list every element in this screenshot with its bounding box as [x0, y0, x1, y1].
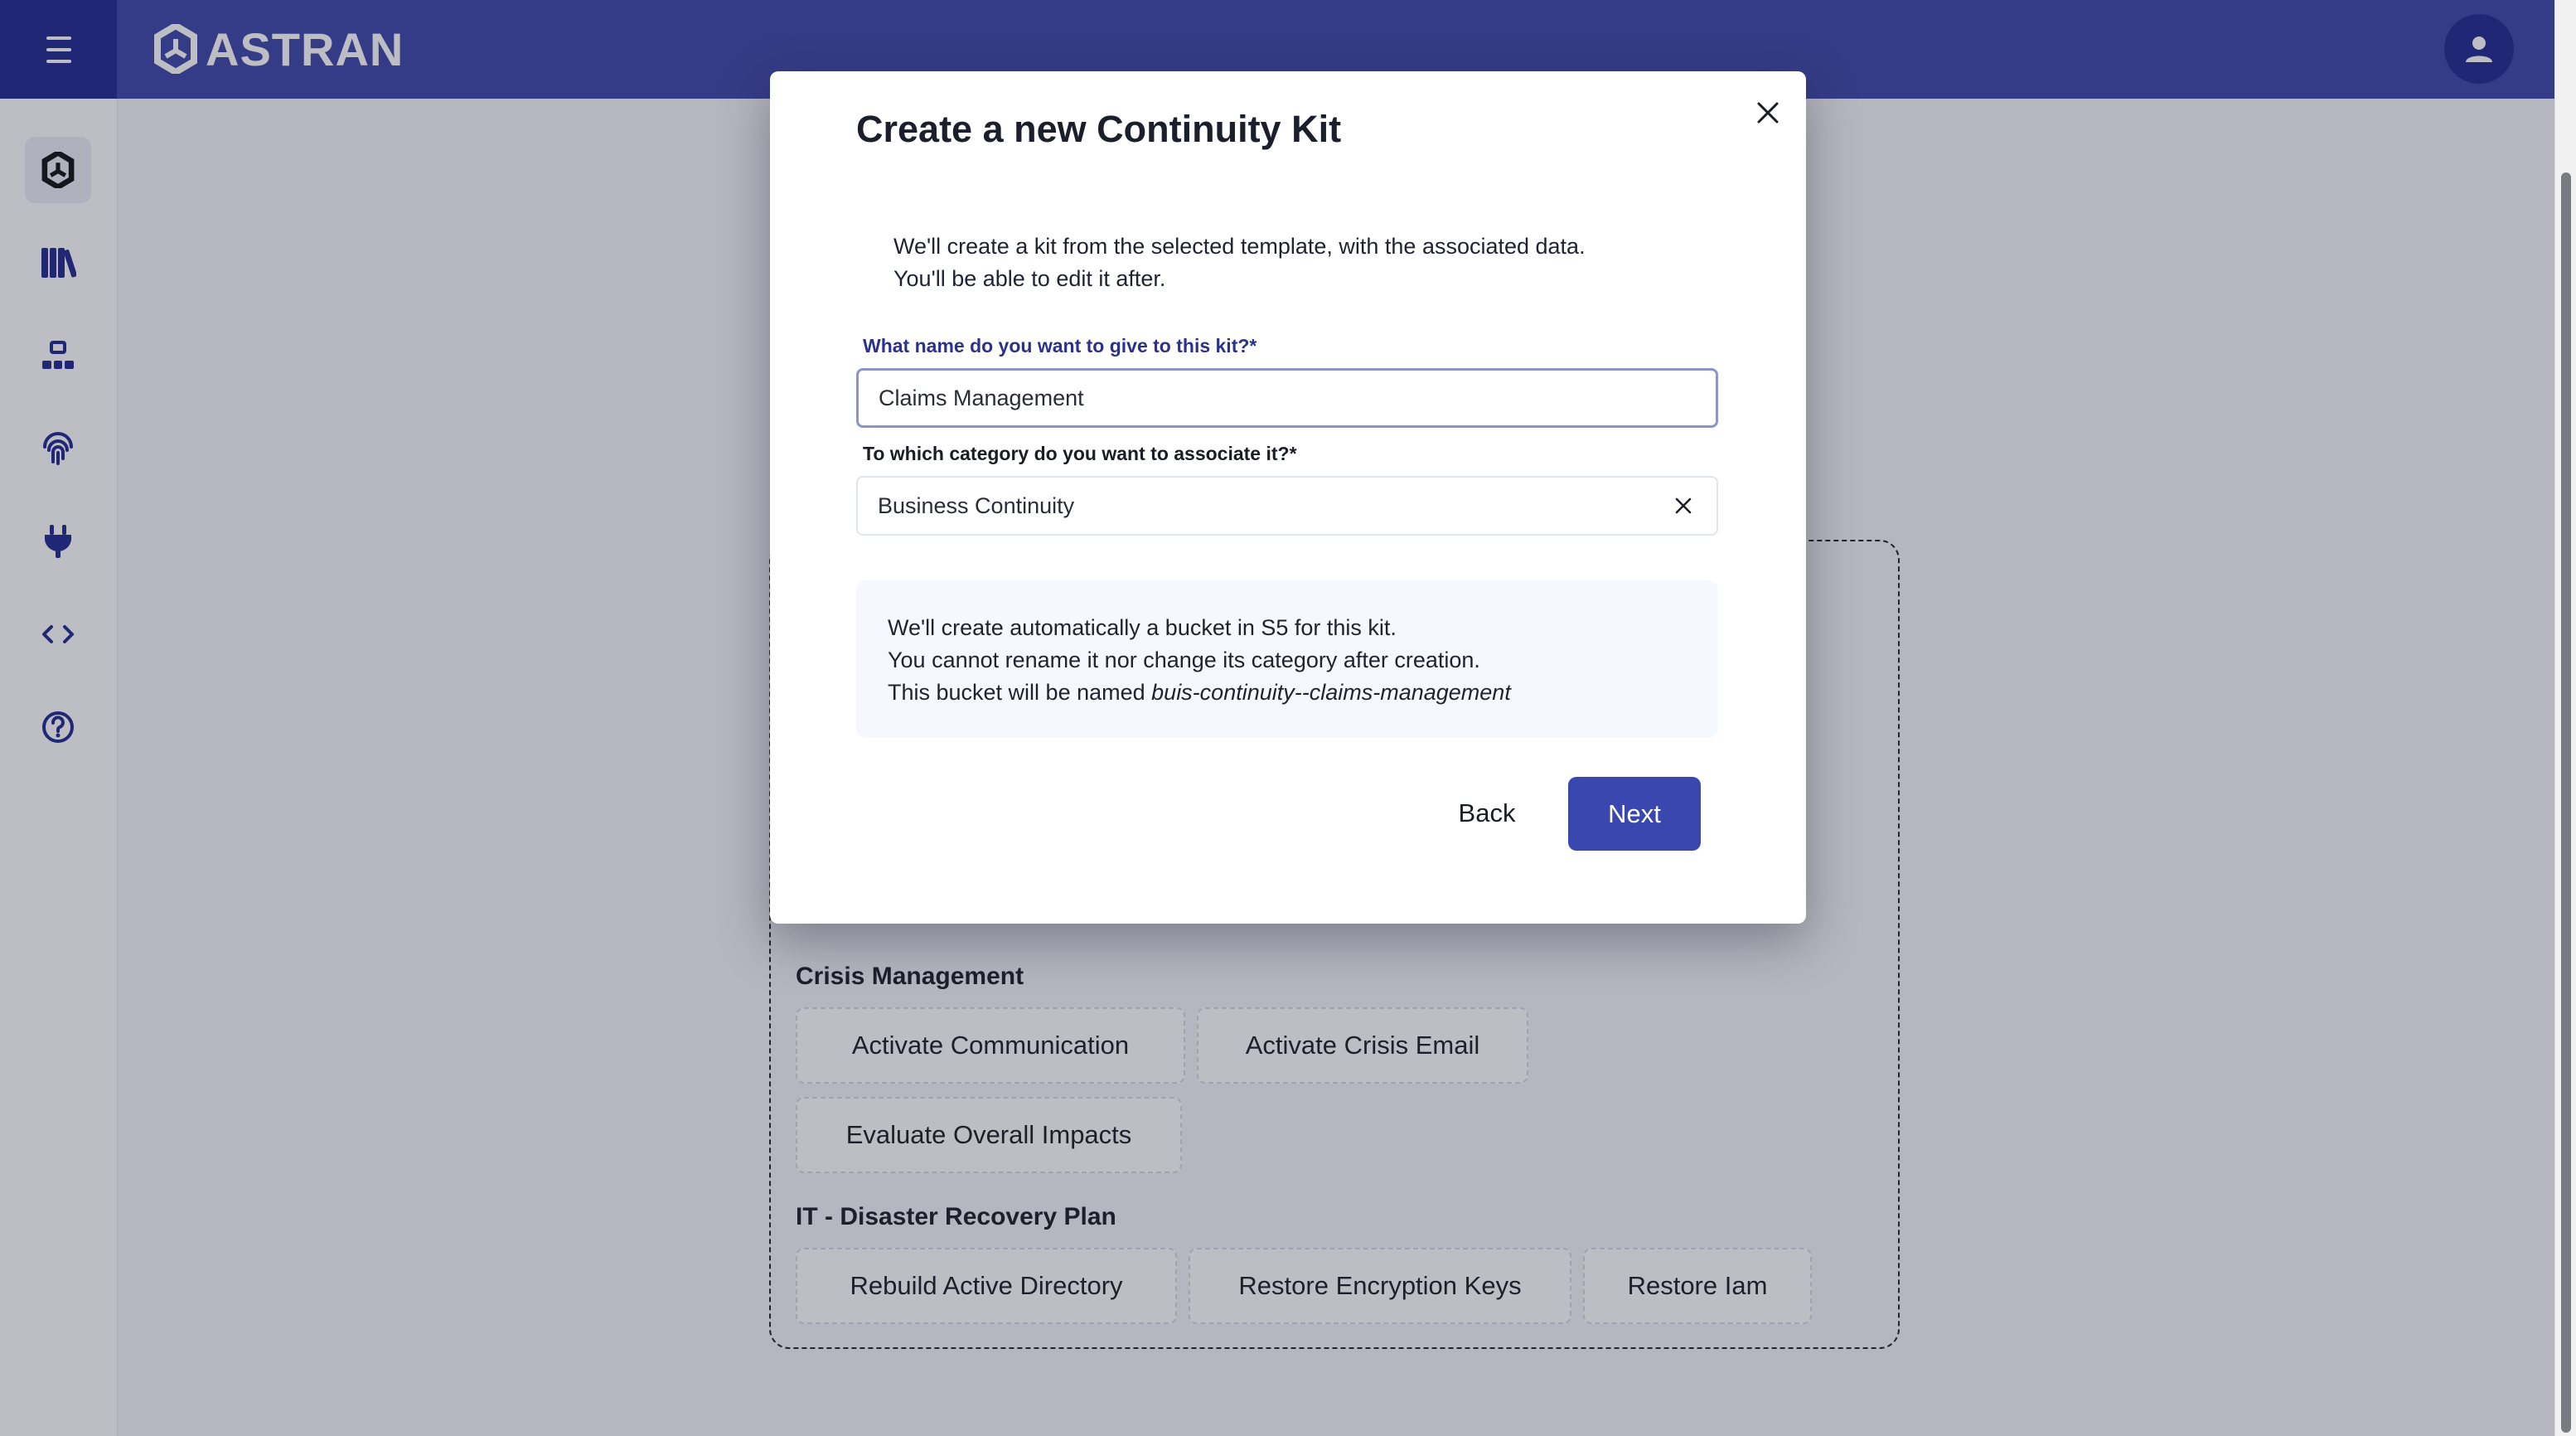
clear-category-button[interactable]	[1670, 492, 1697, 519]
page-scrollbar[interactable]	[2554, 0, 2576, 1436]
close-icon	[1675, 497, 1692, 514]
scrollbar-thumb[interactable]	[2561, 172, 2571, 1433]
category-value: Business Continuity	[878, 492, 1075, 518]
info-line: You cannot rename it nor change its cate…	[888, 648, 1480, 672]
intro-line: You'll be able to edit it after.	[893, 266, 1166, 291]
kit-name-input[interactable]: Claims Management	[856, 368, 1718, 428]
bucket-name: buis-continuity--claims-management	[1151, 680, 1511, 705]
kit-name-label: What name do you want to give to this ki…	[863, 335, 1257, 357]
dialog-title: Create a new Continuity Kit	[856, 108, 1342, 150]
create-kit-dialog: Create a new Continuity Kit We'll create…	[770, 71, 1806, 924]
info-line: We'll create automatically a bucket in S…	[888, 615, 1397, 640]
close-button[interactable]	[1748, 93, 1788, 133]
info-line-prefix: This bucket will be named	[888, 680, 1152, 705]
bucket-info-box: We'll create automatically a bucket in S…	[856, 580, 1718, 738]
back-button[interactable]: Back	[1441, 776, 1533, 851]
category-label: To which category do you want to associa…	[863, 443, 1297, 464]
intro-line: We'll create a kit from the selected tem…	[893, 234, 1586, 259]
dialog-intro: We'll create a kit from the selected tem…	[893, 230, 1586, 295]
next-button[interactable]: Next	[1568, 777, 1701, 851]
close-icon	[1757, 102, 1779, 124]
category-select[interactable]: Business Continuity	[856, 476, 1718, 536]
kit-name-value: Claims Management	[879, 385, 1084, 410]
info-line: This bucket will be named buis-continuit…	[888, 677, 1511, 709]
